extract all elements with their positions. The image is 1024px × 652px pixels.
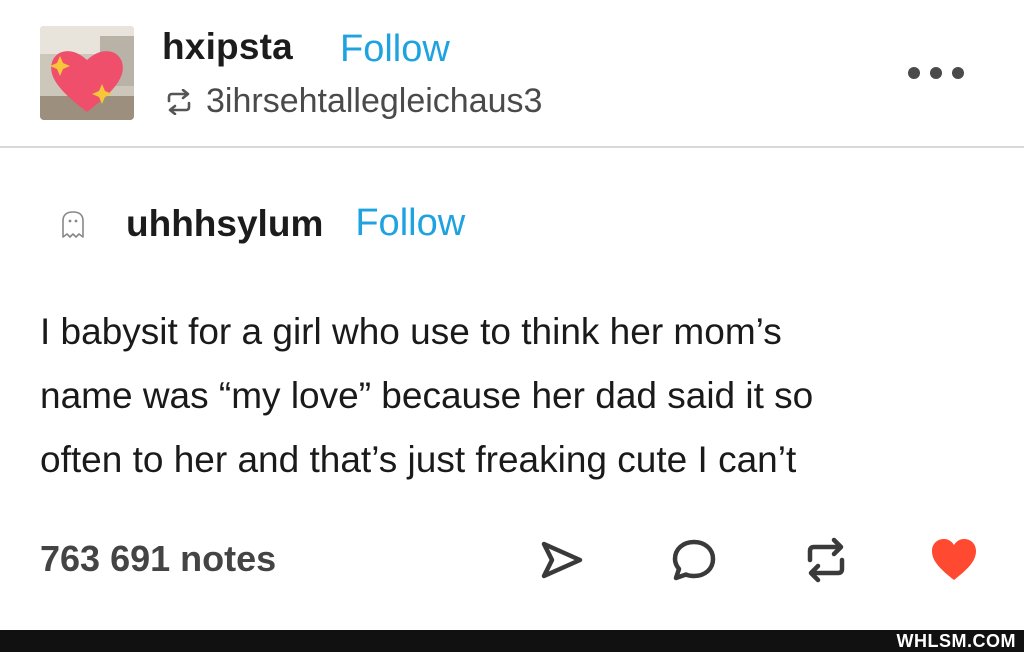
- dot-icon: [908, 67, 920, 79]
- post-body-line: often to her and that’s just freaking cu…: [40, 439, 797, 480]
- reblog-icon[interactable]: [802, 536, 850, 584]
- like-heart-icon[interactable]: [930, 536, 978, 584]
- blog-name[interactable]: hxipsta: [162, 26, 293, 68]
- ghost-avatar-icon[interactable]: [60, 209, 86, 239]
- follow-original-poster-button[interactable]: Follow: [355, 202, 465, 245]
- post-header: hxipsta Follow 3ihrsehtallegleichaus3: [0, 0, 1024, 148]
- dot-icon: [930, 67, 942, 79]
- original-poster-row: uhhhsylum Follow: [60, 202, 465, 245]
- post-body: I babysit for a girl who use to think he…: [40, 300, 990, 492]
- share-icon[interactable]: [538, 536, 586, 584]
- watermark-text: WHLSM.COM: [896, 631, 1016, 651]
- post-body-line: name was “my love” because her dad said …: [40, 375, 814, 416]
- notes-count[interactable]: 763 691 notes: [40, 538, 276, 580]
- reply-icon[interactable]: [670, 536, 718, 584]
- avatar[interactable]: [40, 26, 134, 120]
- post-body-line: I babysit for a girl who use to think he…: [40, 311, 782, 352]
- watermark-bar: WHLSM.COM: [0, 630, 1024, 652]
- follow-button[interactable]: Follow: [340, 28, 450, 71]
- original-poster-name[interactable]: uhhhsylum: [126, 203, 323, 245]
- reblog-small-icon: [167, 88, 191, 115]
- more-options-button[interactable]: [908, 62, 964, 84]
- reblogged-from-blog[interactable]: 3ihrsehtallegleichaus3: [206, 82, 542, 121]
- reblog-attribution: 3ihrsehtallegleichaus3: [164, 82, 542, 121]
- post-footer: 763 691 notes: [0, 528, 1024, 592]
- dot-icon: [952, 67, 964, 79]
